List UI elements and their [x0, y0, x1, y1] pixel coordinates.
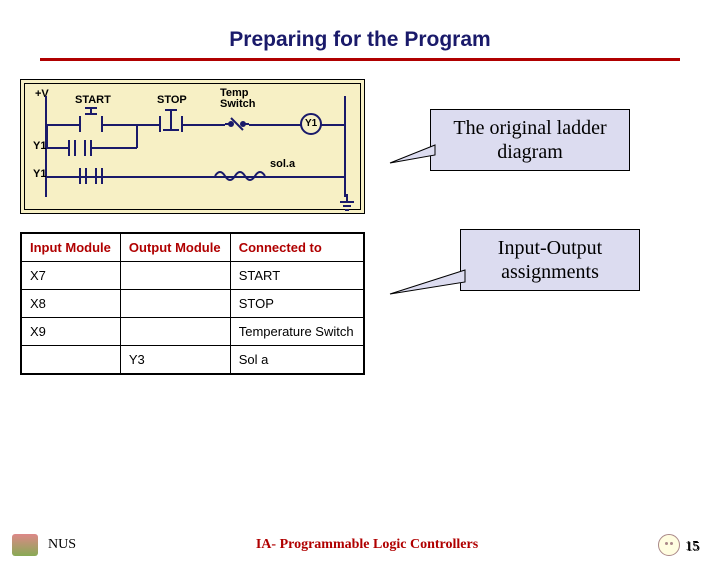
- cell: [120, 290, 230, 318]
- io-assignment-table: Input Module Output Module Connected to …: [20, 232, 365, 375]
- io-th-output: Output Module: [120, 233, 230, 262]
- cell: [120, 262, 230, 290]
- table-row: X8 STOP: [21, 290, 364, 318]
- stop-label: STOP: [157, 94, 187, 106]
- y1-branch-label: Y1: [33, 140, 46, 152]
- y1-coil-label: Y1: [305, 118, 317, 129]
- callout-io: Input-Output assignments: [460, 229, 640, 291]
- callout-ladder: The original ladder diagram: [430, 109, 630, 171]
- ladder-diagram: +V: [20, 79, 365, 214]
- table-row: X9 Temperature Switch: [21, 318, 364, 346]
- slide-title: Preparing for the Program: [0, 28, 720, 52]
- temp-label: Temp Switch: [220, 88, 264, 110]
- rung-2-wire: [47, 176, 344, 178]
- table-row: Y3 Sol a: [21, 346, 364, 375]
- cell: [120, 318, 230, 346]
- cell: X7: [21, 262, 120, 290]
- io-th-input: Input Module: [21, 233, 120, 262]
- table-row: X7 START: [21, 262, 364, 290]
- cell: [21, 346, 120, 375]
- slide-footer: NUS IA- Programmable Logic Controllers: [0, 534, 720, 556]
- cell: X9: [21, 318, 120, 346]
- cell: Temperature Switch: [230, 318, 364, 346]
- cell: Sol a: [230, 346, 364, 375]
- cell: START: [230, 262, 364, 290]
- cell: X8: [21, 290, 120, 318]
- nus-logo-icon: [12, 534, 38, 556]
- cell: Y3: [120, 346, 230, 375]
- footer-university: NUS: [48, 537, 76, 553]
- sol-label: sol.a: [270, 158, 295, 170]
- title-underline: [40, 58, 680, 61]
- footer-lecture-title: IA- Programmable Logic Controllers: [76, 537, 658, 553]
- cell: STOP: [230, 290, 364, 318]
- smiley-icon: [658, 534, 680, 556]
- callout-io-tail: [380, 264, 470, 304]
- start-label: START: [75, 94, 111, 106]
- y1-rung2-label: Y1: [33, 168, 46, 180]
- page-number: 1515: [686, 540, 700, 556]
- callout-ladder-tail: [380, 139, 440, 169]
- io-th-connected: Connected to: [230, 233, 364, 262]
